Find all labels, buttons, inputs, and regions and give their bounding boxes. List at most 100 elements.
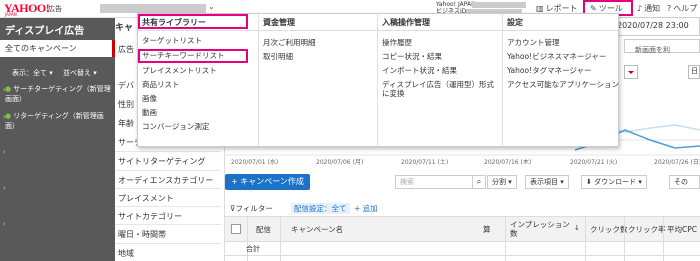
x-tick: 2020/07/06 (月) (316, 159, 364, 166)
sidebar-item-all-campaigns[interactable]: 全てのキャンペーン (0, 40, 115, 57)
divider (138, 30, 258, 31)
account-selector[interactable] (100, 4, 206, 13)
segment-label: 分割 (492, 178, 506, 186)
business-line1: Yahoo! JAPAN (436, 1, 476, 8)
sidebar: ディスプレイ広告 全てのキャンペーン 表示：全て ▾ 並べ替え ▾ ● サーチター… (0, 18, 115, 261)
bell-icon: ♪ (637, 4, 643, 13)
menu-item-region[interactable]: 地域 (118, 248, 134, 259)
filter-label: フィルター (235, 204, 273, 213)
metric-select[interactable] (624, 65, 638, 79)
menu-item-business-manager[interactable]: Yahoo!ビジネスマネージャー (507, 52, 606, 61)
nav-notice-label: 通知 (644, 4, 661, 13)
menu-item-account-management[interactable]: アカウント管理 (507, 38, 560, 47)
select-all-checkbox[interactable] (231, 224, 241, 234)
metric-select-2[interactable]: 日 (688, 65, 700, 79)
date-range-label: 2020/07/28 23:00 (617, 21, 689, 30)
sidebar-item-campaign[interactable]: ● サーチターゲティング（新管理画面） (5, 84, 113, 104)
divider (115, 224, 221, 225)
search-icon[interactable]: ⌕ (473, 175, 486, 189)
business-id-mask (472, 2, 526, 8)
filter-chip-delivery[interactable]: 配信設定：全て (291, 203, 350, 214)
x-tick: 2020/07/16 (木) (484, 159, 532, 166)
chevron-right-icon[interactable]: › (3, 148, 6, 156)
download-icon: ⬇ (586, 178, 592, 186)
more-button[interactable]: その (669, 175, 700, 189)
campaign-name: サーチターゲティング（新管理画面） (5, 85, 111, 103)
segment-button[interactable]: 分割 ▾ (487, 175, 517, 189)
column-header-avg-cpc[interactable]: 平均CPC (667, 224, 697, 235)
menu-item-site-retargeting[interactable]: サイトリターゲティング (118, 156, 206, 167)
column-header-delivery[interactable]: 配信 (256, 224, 271, 235)
menu-item-day-time[interactable]: 曜日・時間帯 (118, 229, 166, 240)
menu-item-operation-history[interactable]: 操作履歴 (382, 38, 412, 47)
column-header-impressions[interactable]: インプレッション数 (510, 220, 570, 238)
divider (115, 188, 221, 189)
x-tick: 2020/07/26 (日) (654, 159, 700, 166)
menu-item-monthly-statement[interactable]: 月次ご利用明細 (263, 38, 316, 47)
campaign-name: リターゲティング（新管理画面） (5, 112, 104, 130)
main-tab-label[interactable]: キャ (115, 20, 133, 33)
download-button[interactable]: ⬇ ダウンロード ▾ (581, 175, 647, 189)
menu-item-import-status[interactable]: インポート状況・結果 (382, 66, 457, 75)
column-header-ctr[interactable]: クリック率 (628, 224, 666, 235)
nav-help[interactable]: ? ヘルプ (667, 3, 697, 14)
column-header-campaign-name[interactable]: キャンペーン名 (291, 224, 343, 235)
divider (225, 255, 700, 256)
filter-button[interactable]: ⊽フィルター (230, 203, 273, 214)
menu-item-tag-manager[interactable]: Yahoo!タグマネージャー (507, 66, 592, 75)
divider (115, 170, 221, 171)
menu-item-site-category[interactable]: サイトカテゴリー (118, 211, 182, 222)
nav-report-label: レポート (545, 4, 578, 13)
menu-item-device[interactable]: デバ (118, 80, 134, 91)
sidebar-item-campaign[interactable]: ● リターゲティング（新管理画面） (5, 111, 113, 131)
sidebar-display-filter[interactable]: 表示：全て ▾ (12, 68, 53, 78)
column-header-budget[interactable]: 算 (483, 224, 491, 235)
menu-column-title: 設定 (507, 18, 523, 27)
menu-item-target-list[interactable]: ターゲットリスト (142, 36, 202, 45)
search-input[interactable]: 検索 (395, 175, 473, 189)
menu-item-copy-status[interactable]: コピー状況・結果 (382, 52, 442, 61)
columns-label: 表示項目 (530, 178, 558, 186)
column-header-clicks[interactable]: クリック数 (590, 224, 628, 235)
columns-button[interactable]: 表示項目 ▾ (525, 175, 569, 189)
display-filter-label: 表示：全て (12, 69, 47, 77)
add-filter-button[interactable]: + 追加 (354, 203, 378, 214)
menu-item-ad[interactable]: 広告 (118, 44, 134, 55)
chevron-right-icon[interactable]: › (3, 113, 6, 121)
chevron-right-icon[interactable]: › (3, 86, 6, 94)
x-tick: 2020/07/01 (水) (231, 159, 279, 166)
sort-down-icon[interactable]: ↓ (574, 224, 580, 232)
menu-item-conversion-measurement[interactable]: コンバージョン測定 (142, 122, 209, 131)
new-screen-label: 新画面を利 (635, 46, 670, 54)
menu-item-placement[interactable]: プレイスメント (118, 193, 174, 204)
tools-dropdown-menu: 共有ライブラリー ターゲットリスト サーチキーワードリスト プレイスメントリスト… (137, 13, 619, 147)
chevron-right-icon[interactable]: › (3, 220, 6, 228)
sidebar-sort[interactable]: 並べ替え ▾ (63, 68, 97, 78)
menu-item-product-list[interactable]: 商品リスト (142, 80, 180, 89)
menu-item-transaction-details[interactable]: 取引明細 (263, 52, 293, 61)
x-tick: 2020/07/21 (火) (570, 159, 618, 166)
search-keyword-list-highlight (138, 49, 248, 63)
nav-help-label: ヘルプ (673, 4, 698, 13)
sort-label: 並べ替え (63, 69, 91, 77)
menu-item-videos[interactable]: 動画 (142, 108, 157, 117)
menu-item-audience-category[interactable]: オーディエンスカテゴリー (118, 175, 213, 186)
shared-library-highlight (138, 14, 248, 29)
menu-item-placement-list[interactable]: プレイスメントリスト (142, 66, 217, 75)
product-label: 広告 (48, 5, 62, 13)
chart-icon: ▥ (536, 4, 544, 13)
yahoo-logo[interactable]: YAHOO! JAPAN 広告 (4, 1, 62, 17)
menu-item-accessible-apps[interactable]: アクセス可能なアプリケーション (507, 80, 619, 89)
menu-item-age[interactable]: 年齢 (118, 118, 134, 129)
menu-column-shared-library: 共有ライブラリー ターゲットリスト サーチキーワードリスト プレイスメントリスト… (138, 14, 258, 146)
menu-item-convert-format[interactable]: ディスプレイ広告（運用型）形式に変換 (382, 80, 500, 98)
menu-item-gender[interactable]: 性別 (118, 99, 134, 110)
menu-item-images[interactable]: 画像 (142, 94, 157, 103)
menu-column-title: 入稿操作管理 (382, 18, 430, 27)
more-label: その (674, 178, 688, 186)
chevron-down-icon[interactable]: ⌄ (208, 2, 215, 11)
create-campaign-button[interactable]: + キャンペーン作成 (225, 174, 310, 190)
chevron-right-icon[interactable]: › (3, 184, 6, 192)
nav-notice[interactable]: ♪ 通知 (637, 3, 660, 14)
download-label: ダウンロード (594, 178, 637, 186)
